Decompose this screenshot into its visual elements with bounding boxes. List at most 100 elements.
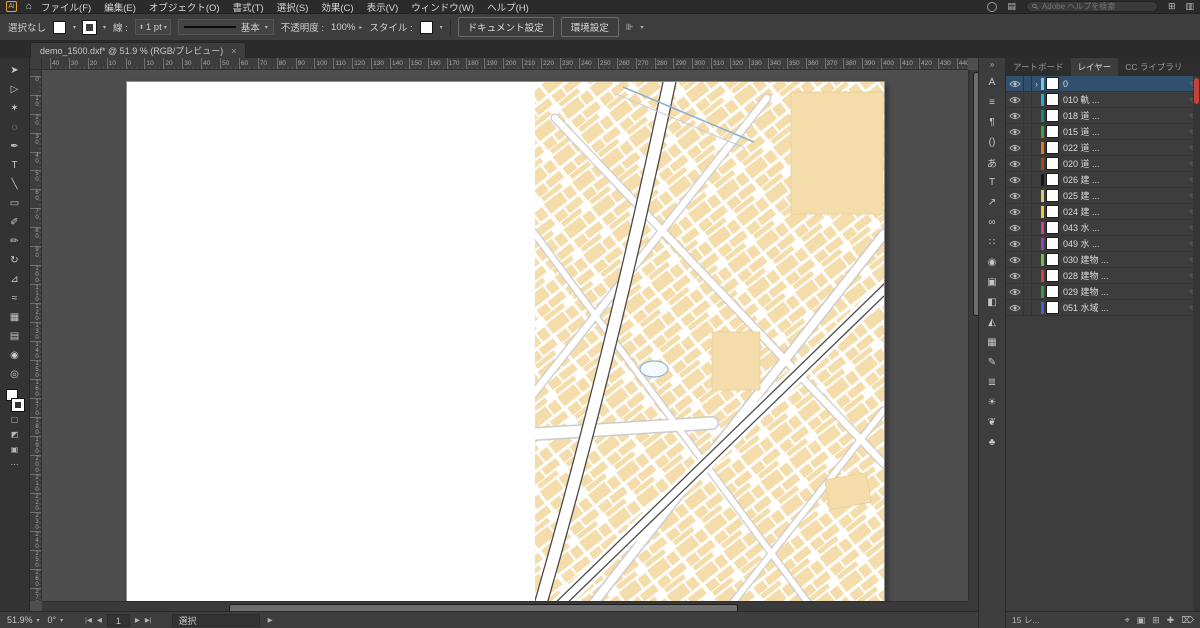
visibility-toggle[interactable] xyxy=(1006,107,1024,124)
layer-name[interactable]: 026 建 ... xyxy=(1063,173,1184,186)
menu-item[interactable]: 表示(V) xyxy=(367,0,399,14)
gradient-tool-icon[interactable]: ▤ xyxy=(4,327,26,346)
help-search[interactable] xyxy=(1025,1,1158,12)
color-panel-icon[interactable]: ◧ xyxy=(981,292,1003,312)
stroke-panel-icon[interactable]: ≣ xyxy=(981,372,1003,392)
collapse-dock-icon[interactable]: » xyxy=(990,60,994,69)
visibility-toggle[interactable] xyxy=(1006,123,1024,140)
layer-name[interactable]: 018 道 ... xyxy=(1063,109,1184,122)
lock-toggle[interactable] xyxy=(1024,171,1032,188)
lock-toggle[interactable] xyxy=(1024,299,1032,316)
layer-name[interactable]: 024 建 ... xyxy=(1063,205,1184,218)
lock-toggle[interactable] xyxy=(1024,139,1032,156)
last-artboard-button[interactable]: ▶| xyxy=(145,616,152,624)
stroke-style-select[interactable]: 基本 ▾ xyxy=(177,19,274,35)
layer-name[interactable]: 0 xyxy=(1063,79,1184,89)
layer-name[interactable]: 051 水域 ... xyxy=(1063,301,1184,314)
layer-row[interactable]: › 025 建 ... ○ xyxy=(1006,187,1200,204)
stroke-weight-stepper[interactable]: ⬍ 1 pt ▾ xyxy=(134,19,171,35)
document-tab[interactable]: demo_1500.dxf* @ 51.9 % (RGB/プレビュー) × xyxy=(30,42,247,58)
layer-name[interactable]: 049 水 ... xyxy=(1063,237,1184,250)
style-caret-icon[interactable]: ▾ xyxy=(440,24,443,31)
layer-thumbnail[interactable] xyxy=(1046,77,1059,90)
visibility-toggle[interactable] xyxy=(1006,299,1024,316)
visibility-toggle[interactable] xyxy=(1006,75,1024,92)
first-artboard-button[interactable]: |◀ xyxy=(85,616,92,624)
direct-selection-tool-icon[interactable]: ▷ xyxy=(4,80,26,99)
visibility-toggle[interactable] xyxy=(1006,203,1024,220)
layer-name[interactable]: 043 水 ... xyxy=(1063,221,1184,234)
layer-name[interactable]: 028 建物 ... xyxy=(1063,269,1184,282)
status-menu-arrow-icon[interactable]: ▶ xyxy=(268,616,273,624)
visibility-toggle[interactable] xyxy=(1006,187,1024,204)
clipping-mask-icon[interactable]: ▣ xyxy=(1137,615,1146,626)
lock-toggle[interactable] xyxy=(1024,235,1032,252)
layer-row[interactable]: › 029 建物 ... ○ xyxy=(1006,283,1200,300)
draw-behind-mode-icon[interactable]: ◩ xyxy=(4,427,26,442)
locate-object-icon[interactable]: ⌖ xyxy=(1125,615,1130,626)
lock-toggle[interactable] xyxy=(1024,187,1032,204)
layer-row[interactable]: › 015 道 ... ○ xyxy=(1006,123,1200,140)
layer-row[interactable]: › 030 建物 ... ○ xyxy=(1006,251,1200,268)
visibility-toggle[interactable] xyxy=(1006,251,1024,268)
layer-thumbnail[interactable] xyxy=(1046,173,1059,186)
layer-row[interactable]: › 026 建 ... ○ xyxy=(1006,171,1200,188)
illustrator-app-icon[interactable]: Ai xyxy=(6,1,17,12)
layer-thumbnail[interactable] xyxy=(1046,237,1059,250)
draw-normal-mode-icon[interactable]: ▢ xyxy=(4,412,26,427)
horizontal-scrollbar[interactable] xyxy=(42,601,968,611)
character-panel-icon[interactable]: A xyxy=(981,72,1003,92)
stroke-proxy-swatch[interactable] xyxy=(10,398,25,412)
layer-row[interactable]: › 043 水 ... ○ xyxy=(1006,219,1200,236)
opacity-select[interactable]: 100% ▸ xyxy=(331,22,362,33)
layer-thumbnail[interactable] xyxy=(1046,157,1059,170)
layer-row[interactable]: › 020 道 ... ○ xyxy=(1006,155,1200,172)
layer-row[interactable]: › 022 道 ... ○ xyxy=(1006,139,1200,156)
layer-row[interactable]: › 018 道 ... ○ xyxy=(1006,107,1200,124)
layer-thumbnail[interactable] xyxy=(1046,301,1059,314)
lock-toggle[interactable] xyxy=(1024,123,1032,140)
symbols-panel-icon[interactable]: ❦ xyxy=(981,412,1003,432)
line-segment-tool-icon[interactable]: ╲ xyxy=(4,175,26,194)
layer-name[interactable]: 015 道 ... xyxy=(1063,125,1184,138)
lock-toggle[interactable] xyxy=(1024,251,1032,268)
scale-tool-icon[interactable]: ⊿ xyxy=(4,270,26,289)
layer-thumbnail[interactable] xyxy=(1046,221,1059,234)
lock-toggle[interactable] xyxy=(1024,283,1032,300)
layers-scrollbar[interactable] xyxy=(1193,76,1200,611)
workspace-switcher-icon[interactable]: ▥ xyxy=(1185,1,1194,12)
menu-item[interactable]: ファイル(F) xyxy=(41,0,91,14)
lock-toggle[interactable] xyxy=(1024,203,1032,220)
align-caret-icon[interactable]: ▾ xyxy=(641,24,644,31)
new-sublayer-icon[interactable]: ⊞ xyxy=(1152,615,1160,626)
fill-caret-icon[interactable]: ▾ xyxy=(73,24,76,31)
document-setup-button[interactable]: ドキュメント設定 xyxy=(457,17,554,37)
layer-name[interactable]: 030 建物 ... xyxy=(1063,253,1184,266)
rectangle-tool-icon[interactable]: ▭ xyxy=(4,194,26,213)
lock-toggle[interactable] xyxy=(1024,91,1032,108)
graphic-style-swatch[interactable] xyxy=(419,20,433,34)
expand-chevron-icon[interactable]: › xyxy=(1032,79,1041,89)
zoom-tool-icon[interactable]: ◎ xyxy=(4,365,26,384)
libraries-panel-icon[interactable]: ♣ xyxy=(981,432,1003,452)
links-panel-icon[interactable]: ∞ xyxy=(981,212,1003,232)
layer-thumbnail[interactable] xyxy=(1046,269,1059,282)
layer-name[interactable]: 025 建 ... xyxy=(1063,189,1184,202)
paintbrush-tool-icon[interactable]: ✐ xyxy=(4,213,26,232)
zoom-select[interactable]: 51.9% ▾ xyxy=(7,615,40,625)
magic-wand-tool-icon[interactable]: ✶ xyxy=(4,99,26,118)
brushes-panel-icon[interactable]: ✎ xyxy=(981,352,1003,372)
pen-tool-icon[interactable]: ✒ xyxy=(4,137,26,156)
canvas[interactable] xyxy=(42,70,968,601)
menu-item[interactable]: オブジェクト(O) xyxy=(149,0,220,14)
lock-toggle[interactable] xyxy=(1024,267,1032,284)
layer-thumbnail[interactable] xyxy=(1046,189,1059,202)
layer-name[interactable]: 010 軌 ... xyxy=(1063,93,1184,106)
preferences-button[interactable]: 環境設定 xyxy=(560,17,619,37)
search-input[interactable] xyxy=(1041,2,1152,11)
vertical-ruler[interactable]: 0 10 20 30 40 50 60 70 80 90 100 110 120 130 140 150 160… xyxy=(30,70,42,601)
fill-stroke-widget[interactable] xyxy=(4,388,26,412)
ruler-origin-corner[interactable] xyxy=(30,58,42,70)
new-layer-icon[interactable]: ✚ xyxy=(1167,615,1175,626)
opentype-panel-icon[interactable]: () xyxy=(981,132,1003,152)
